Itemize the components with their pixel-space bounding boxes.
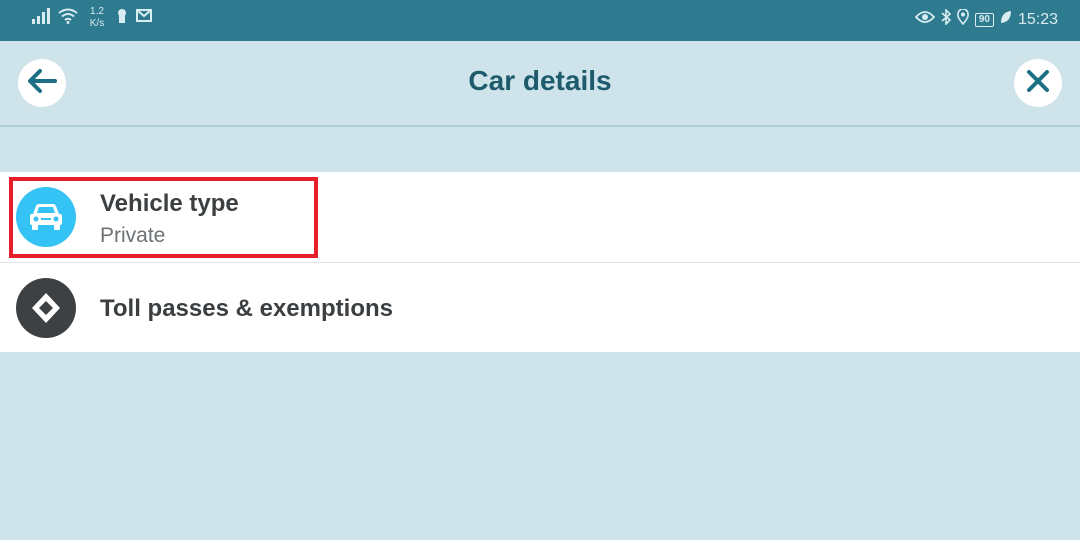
network-speed-value: 1.2 [90, 6, 104, 17]
eye-icon [914, 10, 936, 29]
settings-list: Vehicle type Private Toll passes & exemp… [0, 172, 1080, 352]
mail-icon [136, 9, 152, 27]
page-title: Car details [468, 65, 612, 96]
app-header: Car details [0, 41, 1080, 127]
toll-passes-label: Toll passes & exemptions [100, 295, 393, 322]
leaf-icon [1000, 10, 1012, 29]
vehicle-type-label: Vehicle type [100, 190, 239, 217]
bluetooth-icon [941, 8, 951, 30]
vehicle-type-value: Private [100, 224, 166, 247]
location-icon [956, 8, 969, 30]
close-button[interactable] [1014, 59, 1062, 107]
keyhole-icon [116, 8, 128, 29]
status-bar: 1.2 K/s 90 15:23 [0, 0, 1080, 41]
toll-diamond-icon [16, 278, 76, 338]
network-speed-unit: K/s [89, 18, 105, 29]
car-icon [16, 187, 76, 247]
network-speed: 1.2 K/s [86, 6, 108, 30]
list-item-vehicle-type[interactable]: Vehicle type Private [0, 172, 1080, 262]
signal-icon [32, 7, 50, 29]
battery-icon: 90 [974, 12, 994, 27]
close-icon [1026, 69, 1050, 98]
clock: 15:23 [1017, 10, 1058, 28]
wifi-icon [58, 8, 78, 29]
list-item-toll-passes[interactable]: Toll passes & exemptions [0, 262, 1080, 352]
